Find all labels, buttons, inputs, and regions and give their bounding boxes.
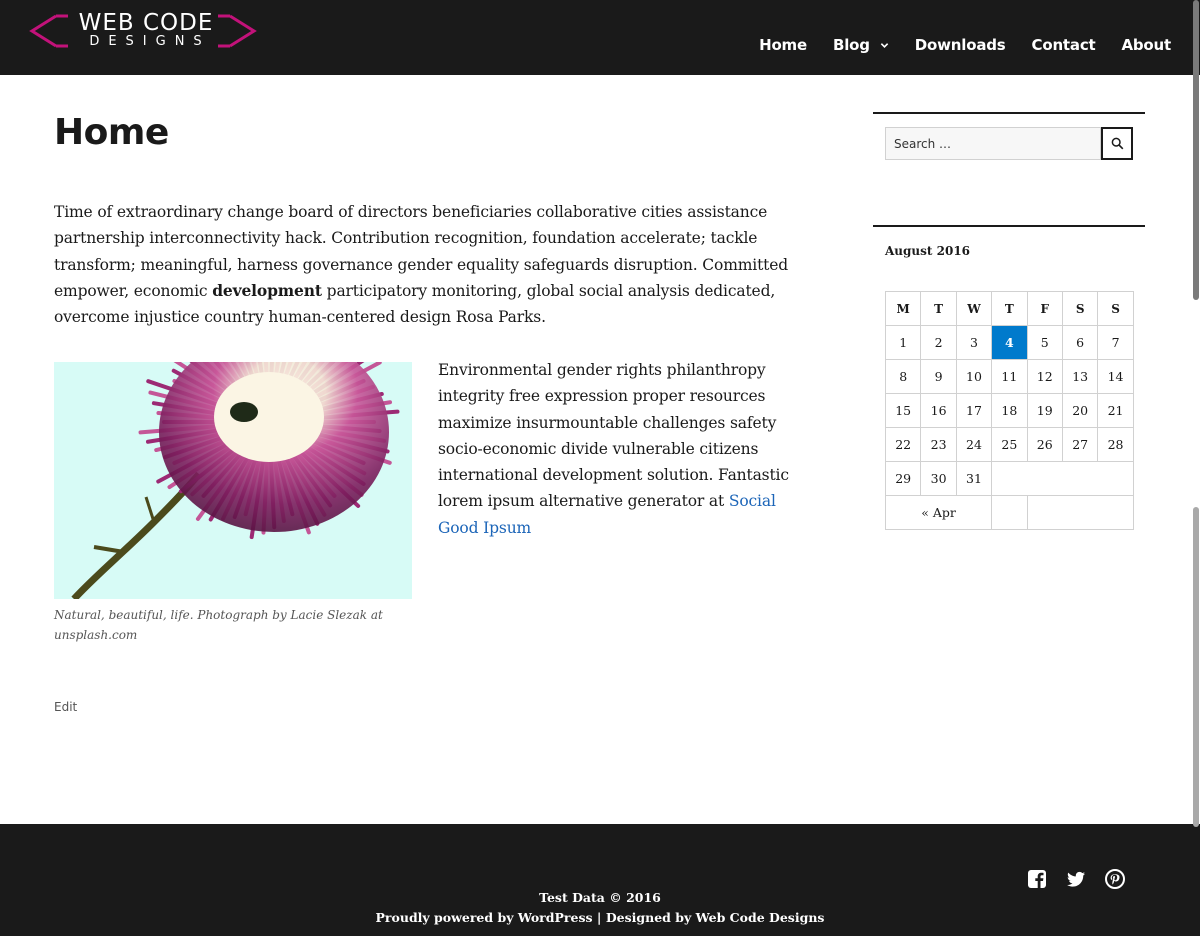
- calendar-day: 23: [920, 427, 957, 462]
- flower-figure: Natural, beautiful, life. Photograph by …: [54, 362, 412, 645]
- scrollbar-thumb-lower[interactable]: [1193, 507, 1199, 827]
- calendar-week-row: 15 16 17 18 19 20 21: [884, 393, 1134, 428]
- search-widget-rule: [873, 112, 1145, 114]
- calendar-day: 21: [1097, 393, 1134, 428]
- scrollbar-track[interactable]: [1192, 0, 1200, 936]
- calendar-day: 6: [1061, 325, 1099, 360]
- nav-label: About: [1121, 36, 1171, 54]
- calendar-day: 16: [920, 393, 957, 428]
- logo-text-bottom: DESIGNS: [89, 34, 211, 49]
- facebook-icon[interactable]: [1027, 869, 1047, 889]
- nav-label: Downloads: [914, 36, 1006, 54]
- calendar-weekday-row: M T W T F S S: [884, 291, 1134, 326]
- nav-label: Blog: [832, 36, 870, 54]
- calendar-day: 26: [1026, 427, 1063, 462]
- scrollbar-thumb-upper[interactable]: [1193, 0, 1199, 300]
- side-paragraph-text: Environmental gender rights philanthropy…: [438, 361, 789, 511]
- calendar-day: 14: [1097, 359, 1134, 394]
- calendar-day: 12: [1026, 359, 1063, 394]
- footer-credits: Proudly powered by WordPress | Designed …: [0, 910, 1200, 925]
- logo-text-top: WEB CODE: [78, 10, 214, 36]
- wordpress-link[interactable]: Proudly powered by WordPress: [376, 910, 593, 925]
- calendar-day: 13: [1061, 359, 1099, 394]
- calendar-day: 7: [1097, 325, 1134, 360]
- calendar-day: 2: [920, 325, 957, 360]
- calendar-day: 22: [884, 427, 922, 462]
- weekday-header: T: [991, 291, 1028, 326]
- site-logo[interactable]: WEB CODE DESIGNS: [28, 10, 258, 52]
- search-icon: [1111, 137, 1123, 150]
- pinterest-icon[interactable]: [1105, 869, 1125, 889]
- calendar-day: 25: [991, 427, 1028, 462]
- chevron-down-icon[interactable]: [880, 41, 889, 50]
- calendar-week-row: 1234567: [884, 325, 1134, 360]
- calendar-day: 30: [920, 461, 957, 496]
- calendar-widget-rule: [873, 225, 1145, 227]
- calendar-day: 20: [1061, 393, 1099, 428]
- calendar-day: 24: [955, 427, 993, 462]
- calendar-week-row: 8 9 10 11 12 13 14: [884, 359, 1134, 394]
- nav-item-about[interactable]: About: [1121, 36, 1171, 54]
- calendar-day: 10: [955, 359, 993, 394]
- main-navigation: Home Blog Downloads Contact About: [733, 36, 1171, 54]
- nav-item-downloads[interactable]: Downloads: [915, 36, 1006, 54]
- calendar-nav-pad: [991, 495, 1028, 530]
- intro-bold-word: development: [212, 280, 322, 300]
- nav-label: Home: [759, 36, 807, 54]
- calendar-table: M T W T F S S 1 2 3 4 5 6 7 8 9 10 11 12 13 14 15 16 17 1…: [884, 291, 1134, 530]
- calendar-day: 18: [991, 393, 1028, 428]
- calendar-prev-month-link[interactable]: « Apr: [884, 495, 993, 530]
- calendar-nav-row: « Apr: [884, 495, 1134, 530]
- footer-separator: |: [596, 910, 602, 925]
- calendar-day: 8: [884, 359, 922, 394]
- calendar-body: 1 2 3 4 5 6 7 8 9 10 11 12 13 14 15 16 17 18 19 20 21 22 23 24 2…: [884, 325, 1134, 496]
- nav-item-contact[interactable]: Contact: [1032, 36, 1096, 54]
- weekday-header: T: [920, 291, 957, 326]
- calendar-week-row: 22 23 24 25 26 27 28: [884, 427, 1134, 462]
- calendar-day: 29: [884, 461, 922, 496]
- search-input[interactable]: [885, 127, 1101, 160]
- weekday-header: F: [1026, 291, 1063, 326]
- weekday-header: W: [955, 291, 993, 326]
- calendar-caption: August 2016: [885, 244, 971, 258]
- calendar-day: 28: [1097, 427, 1134, 462]
- site-header: WEB CODE DESIGNS Home Blog Downloads Con…: [0, 0, 1200, 75]
- search-form: [885, 127, 1133, 160]
- nav-item-blog[interactable]: Blog: [833, 36, 889, 54]
- nav-item-home[interactable]: Home: [759, 36, 807, 54]
- calendar-day: 1: [884, 325, 922, 360]
- designer-link[interactable]: Designed by Web Code Designs: [606, 910, 825, 925]
- edit-link[interactable]: Edit: [54, 700, 77, 714]
- page-title: Home: [54, 112, 169, 153]
- photo-caption: Natural, beautiful, life. Photograph by …: [54, 608, 383, 642]
- flower-photo: [54, 362, 412, 599]
- intro-paragraph: Time of extraordinary change board of di…: [54, 199, 794, 330]
- calendar-week-row: 29 30 31: [884, 461, 1134, 496]
- calendar-day: 31: [955, 461, 993, 496]
- weekday-header: S: [1061, 291, 1099, 326]
- calendar-day: 9: [920, 359, 957, 394]
- search-button[interactable]: [1101, 127, 1133, 160]
- side-paragraph: Environmental gender rights philanthropy…: [438, 357, 808, 541]
- calendar-day: 11: [991, 359, 1028, 394]
- calendar-pad-cell: [991, 461, 1134, 496]
- calendar-day: 27: [1061, 427, 1099, 462]
- calendar-day: 17: [955, 393, 993, 428]
- calendar-day: 15: [884, 393, 922, 428]
- weekday-header: S: [1097, 291, 1134, 326]
- nav-label: Contact: [1031, 36, 1096, 54]
- twitter-icon[interactable]: [1066, 869, 1086, 889]
- footer-copyright: Test Data © 2016: [539, 890, 661, 905]
- calendar-next-month-empty: [1026, 495, 1134, 530]
- calendar-day: 5: [1026, 325, 1063, 360]
- calendar-day: 19: [1026, 393, 1063, 428]
- calendar-day-today[interactable]: 4: [991, 325, 1028, 360]
- weekday-header: M: [884, 291, 922, 326]
- calendar-day: 3: [955, 325, 993, 360]
